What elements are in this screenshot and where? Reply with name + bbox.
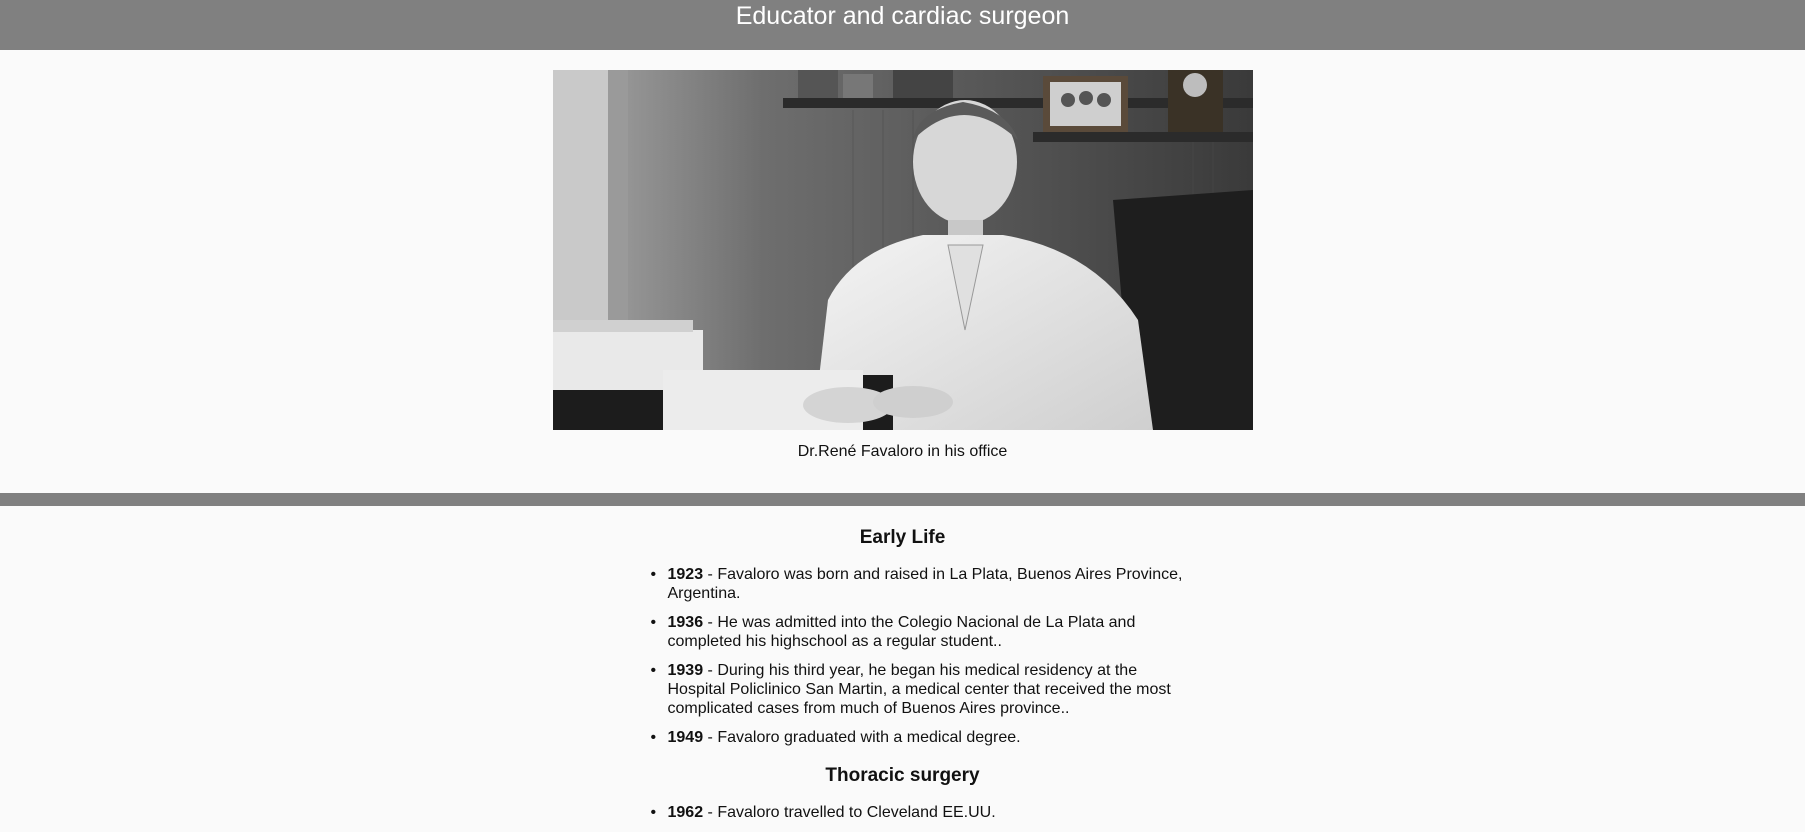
early-life-list: • 1923 - Favaloro was born and raised in … xyxy=(650,565,1193,747)
favaloro-photo xyxy=(553,70,1253,430)
year-label: 1949 xyxy=(667,729,704,746)
item-text: - Favaloro travelled to Cleveland EE.UU. xyxy=(703,804,996,821)
item-text: - Favaloro graduated with a medical degr… xyxy=(703,729,1021,746)
photo-caption: Dr.René Favaloro in his office xyxy=(797,443,1008,460)
page-title: Educator and cardiac surgeon xyxy=(735,2,1070,30)
section-divider xyxy=(0,493,1805,506)
list-item: • 1939 - During his third year, he began … xyxy=(650,661,1193,718)
item-text: - During his third year, he began his me… xyxy=(667,662,1171,717)
bullet-icon: • xyxy=(650,662,657,679)
year-label: 1923 xyxy=(667,566,704,583)
timeline-content: Early Life • 1923 - Favaloro was born and… xyxy=(0,506,1805,832)
section-title-early-life: Early Life xyxy=(859,527,946,548)
bullet-icon: • xyxy=(650,566,657,583)
year-label: 1936 xyxy=(667,614,704,631)
office-photo-illustration xyxy=(553,70,1253,430)
bullet-icon: • xyxy=(650,804,657,821)
year-label: 1962 xyxy=(667,804,704,821)
list-item: • 1936 - He was admitted into the Colegio… xyxy=(650,613,1193,651)
list-item: • 1962 - Favaloro travelled to Cleveland … xyxy=(650,803,1193,822)
bullet-icon: • xyxy=(650,729,657,746)
page-header: Educator and cardiac surgeon xyxy=(0,0,1805,50)
item-text: - Favaloro was born and raised in La Pla… xyxy=(667,566,1183,602)
thoracic-surgery-list: • 1962 - Favaloro travelled to Cleveland … xyxy=(650,803,1193,822)
list-item: • 1923 - Favaloro was born and raised in … xyxy=(650,565,1193,603)
bullet-icon: • xyxy=(650,614,657,631)
list-item: • 1949 - Favaloro graduated with a medica… xyxy=(650,728,1193,747)
section-title-thoracic-surgery: Thoracic surgery xyxy=(825,765,980,786)
year-label: 1939 xyxy=(667,662,704,679)
item-text: - He was admitted into the Colegio Nacio… xyxy=(667,614,1136,650)
